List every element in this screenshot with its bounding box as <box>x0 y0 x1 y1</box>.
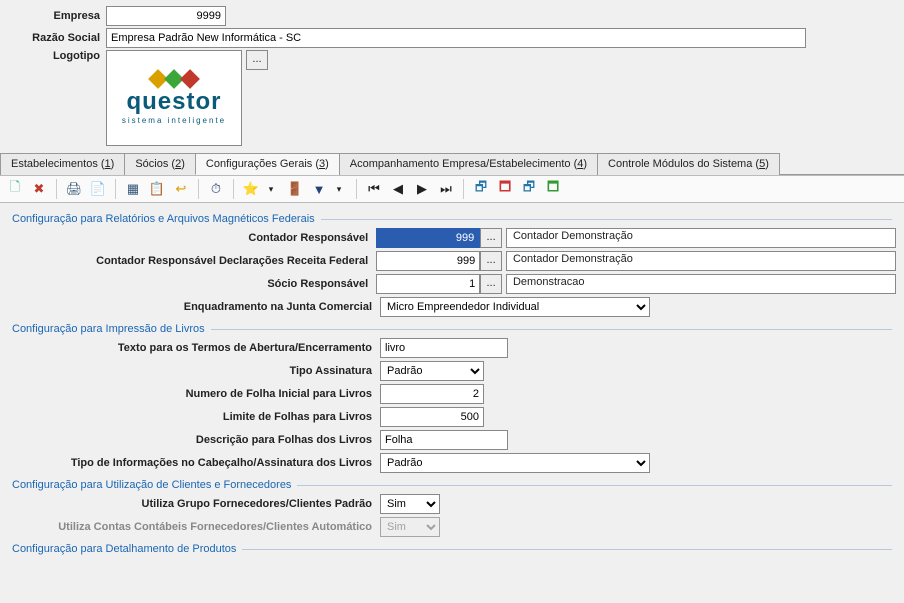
logo-subtitle: sistema inteligente <box>122 116 226 125</box>
limite-folhas-input[interactable] <box>380 407 484 427</box>
texto-termos-label: Texto para os Termos de Abertura/Encerra… <box>8 342 380 354</box>
enquadramento-label: Enquadramento na Junta Comercial <box>8 301 380 313</box>
favorite-dropdown-icon[interactable]: ▾ <box>262 180 280 198</box>
copy-icon[interactable]: 📄 <box>89 180 107 198</box>
contador-rf-input[interactable] <box>376 251 480 271</box>
favorite-icon[interactable]: ⭐ <box>242 180 260 198</box>
contador-responsavel-desc: Contador Demonstração <box>506 228 896 248</box>
nav-first-icon[interactable]: ⏮ <box>365 180 383 198</box>
tipo-assinatura-select[interactable]: Padrão <box>380 361 484 381</box>
tab-estabelecimentos[interactable]: Estabelecimentos (1) <box>0 153 125 175</box>
nav-next-icon[interactable]: ▶ <box>413 180 431 198</box>
tab-controle-modulos[interactable]: Controle Módulos do Sistema (5) <box>597 153 780 175</box>
section-relatorios-title: Configuração para Relatórios e Arquivos … <box>8 213 896 225</box>
window2-icon[interactable]: 🗖 <box>496 180 514 198</box>
tab-configuracoes-gerais[interactable]: Configurações Gerais (3) <box>195 153 340 175</box>
logo-browse-button[interactable]: ... <box>246 50 268 70</box>
tipo-assinatura-label: Tipo Assinatura <box>8 365 380 377</box>
socio-responsavel-label: Sócio Responsável <box>8 278 376 290</box>
logo-word: questor <box>126 88 221 116</box>
razao-social-input[interactable] <box>106 28 806 48</box>
enquadramento-select[interactable]: Micro Empreendedor Individual <box>380 297 650 317</box>
section-detalhamento-produtos-title: Configuração para Detalhamento de Produt… <box>8 543 896 555</box>
contador-responsavel-input[interactable] <box>376 228 480 248</box>
grid-icon[interactable]: ▦ <box>124 180 142 198</box>
undo-icon[interactable]: ↩ <box>172 180 190 198</box>
tipo-info-cabecalho-label: Tipo de Informações no Cabeçalho/Assinat… <box>8 457 380 469</box>
razao-social-label: Razão Social <box>6 32 106 44</box>
utiliza-contas-label: Utiliza Contas Contábeis Fornecedores/Cl… <box>8 521 380 533</box>
toolbar: 🗋 ✖ 🖨 📄 ▦ 📋 ↩ ⏱ ⭐ ▾ 🚪 ▼ ▾ ⏮ ◀ ▶ ⏭ 🗗 🗖 🗗 … <box>0 175 904 203</box>
clock-icon[interactable]: ⏱ <box>207 180 225 198</box>
empresa-code-input[interactable] <box>106 6 226 26</box>
window4-icon[interactable]: 🗖 <box>544 180 562 198</box>
contador-rf-lookup-button[interactable]: ... <box>480 251 502 271</box>
socio-responsavel-input[interactable] <box>376 274 480 294</box>
num-folha-inicial-input[interactable] <box>380 384 484 404</box>
socio-responsavel-lookup-button[interactable]: ... <box>480 274 502 294</box>
window1-icon[interactable]: 🗗 <box>472 180 490 198</box>
contador-rf-label: Contador Responsável Declarações Receita… <box>8 255 376 267</box>
new-icon[interactable]: 🗋 <box>6 180 24 198</box>
window3-icon[interactable]: 🗗 <box>520 180 538 198</box>
section-clientes-fornecedores-title: Configuração para Utilização de Clientes… <box>8 479 896 491</box>
filter-icon[interactable]: ▼ <box>310 180 328 198</box>
descricao-folhas-label: Descrição para Folhas dos Livros <box>8 434 380 446</box>
exit-icon[interactable]: 🚪 <box>286 180 304 198</box>
tipo-info-cabecalho-select[interactable]: Padrão <box>380 453 650 473</box>
table-icon[interactable]: 📋 <box>148 180 166 198</box>
tab-socios[interactable]: Sócios (2) <box>124 153 196 175</box>
descricao-folhas-input[interactable] <box>380 430 508 450</box>
nav-last-icon[interactable]: ⏭ <box>437 180 455 198</box>
section-impressao-livros-title: Configuração para Impressão de Livros <box>8 323 896 335</box>
texto-termos-input[interactable] <box>380 338 508 358</box>
socio-responsavel-desc: Demonstracao <box>506 274 896 294</box>
nav-prev-icon[interactable]: ◀ <box>389 180 407 198</box>
utiliza-grupo-select[interactable]: Sim <box>380 494 440 514</box>
tab-bar: Estabelecimentos (1) Sócios (2) Configur… <box>0 152 904 175</box>
contador-responsavel-label: Contador Responsável <box>8 232 376 244</box>
delete-icon[interactable]: ✖ <box>30 180 48 198</box>
logo-preview: questor sistema inteligente <box>106 50 242 146</box>
filter-dropdown-icon[interactable]: ▾ <box>330 180 348 198</box>
logotipo-label: Logotipo <box>6 50 106 62</box>
num-folha-inicial-label: Numero de Folha Inicial para Livros <box>8 388 380 400</box>
utiliza-grupo-label: Utiliza Grupo Fornecedores/Clientes Padr… <box>8 498 380 510</box>
limite-folhas-label: Limite de Folhas para Livros <box>8 411 380 423</box>
contador-rf-desc: Contador Demonstração <box>506 251 896 271</box>
print-icon[interactable]: 🖨 <box>65 180 83 198</box>
empresa-label: Empresa <box>6 10 106 22</box>
tab-acompanhamento[interactable]: Acompanhamento Empresa/Estabelecimento (… <box>339 153 598 175</box>
utiliza-contas-select: Sim <box>380 517 440 537</box>
contador-responsavel-lookup-button[interactable]: ... <box>480 228 502 248</box>
